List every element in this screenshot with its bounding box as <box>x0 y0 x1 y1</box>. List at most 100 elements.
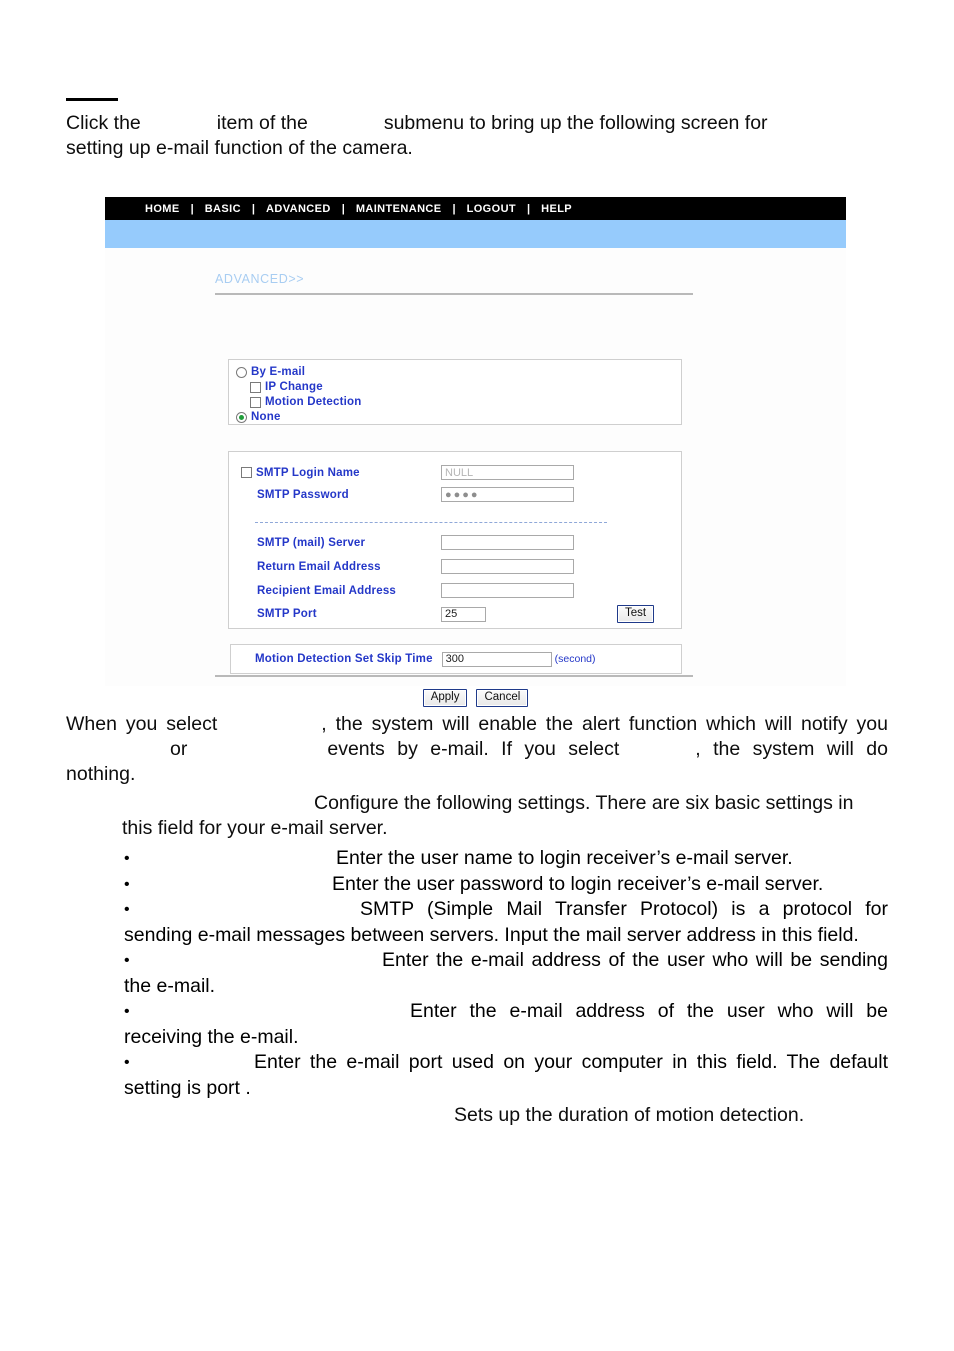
motion-detection-skip-time-group: Motion Detection Set Skip Time 300 (seco… <box>230 644 682 674</box>
smtp-mail-server-label: SMTP (mail) Server <box>257 536 366 549</box>
smtp-password-masked-value: ●●●● <box>445 488 480 501</box>
test-button[interactable]: Test <box>617 605 655 623</box>
option-ip-change[interactable]: IP Change <box>250 381 323 393</box>
recipient-email-address-row: Recipient Email Address <box>257 583 574 598</box>
motion-detection-label: Motion Detection <box>265 396 362 408</box>
smtp-settings-group: SMTP Login Name NULL SMTP Password ●●●● … <box>228 451 682 629</box>
smtp-mail-server-input[interactable] <box>441 535 574 550</box>
skip-time-input[interactable]: 300 <box>441 651 552 667</box>
nav-item-help[interactable]: HELP <box>539 203 574 215</box>
return-email-address-label: Return Email Address <box>257 560 381 573</box>
redacted-term-motion-detection <box>187 737 327 762</box>
nav-item-maintenance[interactable]: MAINTENANCE <box>354 203 444 215</box>
paragraph-skip-time-description: Sets up the duration of motion detection… <box>66 1103 888 1128</box>
list-item: SMTP (Simple Mail Transfer Protocol) is … <box>66 897 888 948</box>
redacted-term-smtp-mail-server <box>124 897 360 923</box>
bullet-text-0: Enter the user name to login receiver’s … <box>336 847 793 869</box>
recipient-email-address-input[interactable] <box>441 583 574 598</box>
alert-type-group: By E-mail IP Change Motion Detection Non… <box>228 359 682 425</box>
cancel-button[interactable]: Cancel <box>476 689 529 707</box>
smtp-mail-server-row: SMTP (mail) Server <box>257 535 574 550</box>
none-label: None <box>251 411 281 423</box>
intro-text-b: item of the <box>216 112 308 134</box>
heading-rule <box>66 98 118 101</box>
smtp-login-name-input[interactable]: NULL <box>441 465 574 480</box>
smtp-password-row: SMTP Password ●●●● <box>257 487 574 502</box>
smtp-login-name-label: SMTP Login Name <box>256 466 360 479</box>
skip-time-unit-label: (second) <box>554 653 596 665</box>
form-action-buttons: Apply Cancel <box>105 689 846 707</box>
nav-item-home[interactable]: HOME <box>143 203 182 215</box>
ip-change-checkbox[interactable] <box>250 381 261 393</box>
redacted-term-ip-change <box>66 737 170 762</box>
smtp-port-input[interactable]: 25 <box>441 606 486 622</box>
smtp-password-input[interactable]: ●●●● <box>441 487 574 502</box>
redacted-term-skip-time <box>124 1103 454 1128</box>
option-motion-detection[interactable]: Motion Detection <box>250 396 361 408</box>
list-item: Enter the user name to login receiver’s … <box>66 846 888 872</box>
redacted-term-email-setting <box>141 111 217 136</box>
nav-separator: | <box>341 202 345 215</box>
settings-page-body: ADVANCED>> By E-mail IP Change Motion De… <box>105 248 846 707</box>
settings-bullet-list: Enter the user name to login receiver’s … <box>66 846 888 1101</box>
para2-a: When you select <box>66 713 218 735</box>
list-item: Enter the user password to login receive… <box>66 872 888 898</box>
redacted-term-smtp <box>174 791 314 816</box>
breadcrumb: ADVANCED>> <box>215 272 305 286</box>
paragraph-alert-description: When you select , the system will enable… <box>66 712 888 787</box>
nav-separator: | <box>527 202 531 215</box>
by-email-label: By E-mail <box>251 366 306 378</box>
sub-navigation-band <box>105 220 846 248</box>
redacted-term-by-email <box>217 712 321 737</box>
intro-text-a: Click the <box>66 112 141 134</box>
redacted-term-smtp-login-name <box>124 846 336 872</box>
smtp-login-name-row: SMTP Login Name NULL <box>241 465 574 480</box>
nav-separator: | <box>452 202 456 215</box>
option-none[interactable]: None <box>236 411 281 423</box>
motion-detection-checkbox[interactable] <box>250 396 261 408</box>
redacted-term-advanced <box>308 111 384 136</box>
option-by-email[interactable]: By E-mail <box>236 366 305 378</box>
intro-paragraph: Click the item of the submenu to bring u… <box>66 111 888 161</box>
para2-c: or <box>170 738 188 760</box>
redacted-term-smtp-port <box>124 1050 254 1076</box>
list-item: Enter the e-mail address of the user who… <box>66 948 888 999</box>
return-email-address-row: Return Email Address <box>257 559 574 574</box>
return-email-address-input[interactable] <box>441 559 574 574</box>
nav-item-basic[interactable]: BASIC <box>203 203 243 215</box>
none-radio[interactable] <box>236 411 247 423</box>
smtp-section-divider <box>255 522 607 523</box>
intro-text-line2: setting up e-mail function of the camera… <box>66 137 413 159</box>
document-text: Click the item of the submenu to bring u… <box>66 0 888 161</box>
skip-time-divider <box>215 675 693 677</box>
bullet-text-1: Enter the user password to login receive… <box>332 872 824 895</box>
nav-separator: | <box>251 202 255 215</box>
nav-separator: | <box>190 202 194 215</box>
nav-item-advanced[interactable]: ADVANCED <box>264 203 333 215</box>
paragraph-configure: Configure the following settings. There … <box>66 791 888 841</box>
apply-button[interactable]: Apply <box>422 689 468 707</box>
redacted-term-recipient-email-address <box>124 999 410 1025</box>
para2-b: , the system will enable the alert funct… <box>321 713 888 735</box>
document-text-lower: When you select , the system will enable… <box>66 712 888 1128</box>
para2-d: events by e-mail. If you select <box>327 738 620 760</box>
smtp-password-label: SMTP Password <box>257 488 349 501</box>
smtp-login-name-checkbox[interactable] <box>241 467 252 478</box>
list-item: Enter the e-mail port used on your compu… <box>66 1050 888 1101</box>
redacted-term-none <box>619 737 695 762</box>
breadcrumb-divider <box>215 293 693 295</box>
main-navigation-bar: HOME | BASIC | ADVANCED | MAINTENANCE | … <box>105 197 846 220</box>
closing-text: Sets up the duration of motion detection… <box>454 1104 805 1126</box>
list-item: Enter the e-mail address of the user who… <box>66 999 888 1050</box>
redacted-term-return-email-address <box>124 948 382 974</box>
ip-change-label: IP Change <box>265 381 323 393</box>
skip-time-label: Motion Detection Set Skip Time <box>255 653 433 665</box>
camera-web-ui-screenshot: HOME | BASIC | ADVANCED | MAINTENANCE | … <box>105 197 846 707</box>
smtp-port-row: SMTP Port 25 Test <box>257 605 655 623</box>
intro-text-c: submenu to bring up the following screen… <box>383 112 768 134</box>
nav-item-logout[interactable]: LOGOUT <box>465 203 518 215</box>
recipient-email-address-label: Recipient Email Address <box>257 584 397 597</box>
by-email-radio[interactable] <box>236 366 247 378</box>
smtp-port-label: SMTP Port <box>257 608 317 620</box>
redacted-term-smtp-password <box>124 872 332 898</box>
